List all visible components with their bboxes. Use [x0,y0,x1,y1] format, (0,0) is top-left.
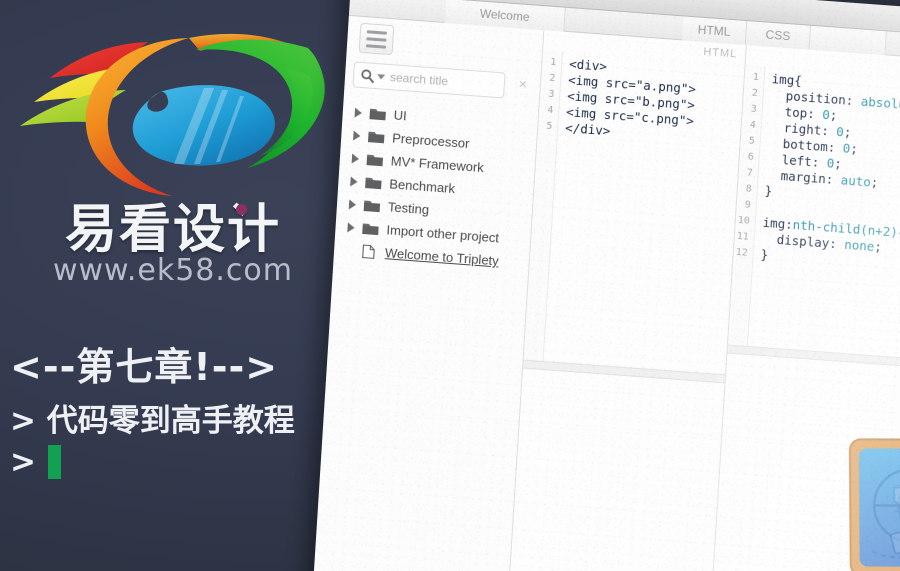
folder-icon [365,177,382,190]
preview-pane [708,353,900,571]
app-window: Welcome HTML CSS search title × UI Prepr… [310,0,900,571]
caption-prompt-1: > [10,402,36,439]
search-box[interactable] [352,61,546,99]
project-tree: UI Preprocessor MV* Framework Benchmark … [339,100,534,274]
brand-logo: 易看设计 www.ek58.com [8,18,338,286]
folder-icon [369,108,386,121]
brand-name: 易看设计 [64,200,281,260]
line-number: 12 [735,246,749,259]
preview-image [848,438,900,571]
html-editor-pane: HTML 1 2 3 4 5 <div> <img src="a.png"> <… [506,30,747,571]
line-number: 2 [548,72,556,85]
line-number: 4 [546,104,554,117]
line-number: 3 [547,88,555,101]
tree-item-label: Welcome to Triplety [384,245,500,269]
brand-dot-icon [236,204,247,215]
html-pane-label: HTML [702,45,738,61]
line-number: 5 [545,120,553,133]
tree-item-label: Benchmark [388,176,456,197]
chevron-right-icon[interactable] [353,107,365,118]
chevron-right-icon[interactable] [351,130,363,141]
folder-icon [362,223,379,236]
chevron-right-icon[interactable] [345,221,357,233]
tree-item-label: UI [393,107,408,124]
line-number: 1 [549,56,557,69]
caption-cursor [47,445,61,480]
line-number: 5 [748,135,756,147]
screenshot-root: 易看设计 www.ek58.com <--第七章!--> > 代码零到高手教程 … [0,0,900,571]
tree-item-label: MV* Framework [390,153,485,176]
sidebar: × UI [310,15,546,571]
search-area: × [352,61,546,100]
chevron-right-icon[interactable] [348,175,360,187]
search-icon [361,68,374,83]
line-number: 8 [745,183,753,195]
brand-url: www.ek58.com [52,253,293,288]
line-number: 4 [749,119,757,131]
line-number: 9 [744,199,752,211]
caption-prompt-2: > [10,443,36,480]
caption-text-1: 代码零到高手教程 [46,402,295,439]
line-number: 11 [736,230,750,243]
line-number: 2 [751,87,759,100]
folder-icon [367,131,385,144]
line-number: 6 [747,151,755,163]
folder-icon [363,200,381,213]
logo-mark-icon [20,33,325,196]
folder-icon [366,154,384,167]
close-icon[interactable]: × [514,75,531,93]
tree-item-label: Preprocessor [391,130,470,152]
tree-item-label: Testing [387,199,430,218]
line-number: 7 [746,167,754,179]
chevron-down-icon[interactable] [376,73,386,80]
line-number: 10 [737,214,751,227]
html-lower-pane [506,368,725,571]
menu-icon[interactable] [358,22,395,56]
chevron-right-icon[interactable] [350,153,362,164]
line-number: 1 [752,71,760,84]
chevron-right-icon[interactable] [347,198,359,210]
line-number: 3 [750,103,758,116]
file-icon [362,244,375,259]
